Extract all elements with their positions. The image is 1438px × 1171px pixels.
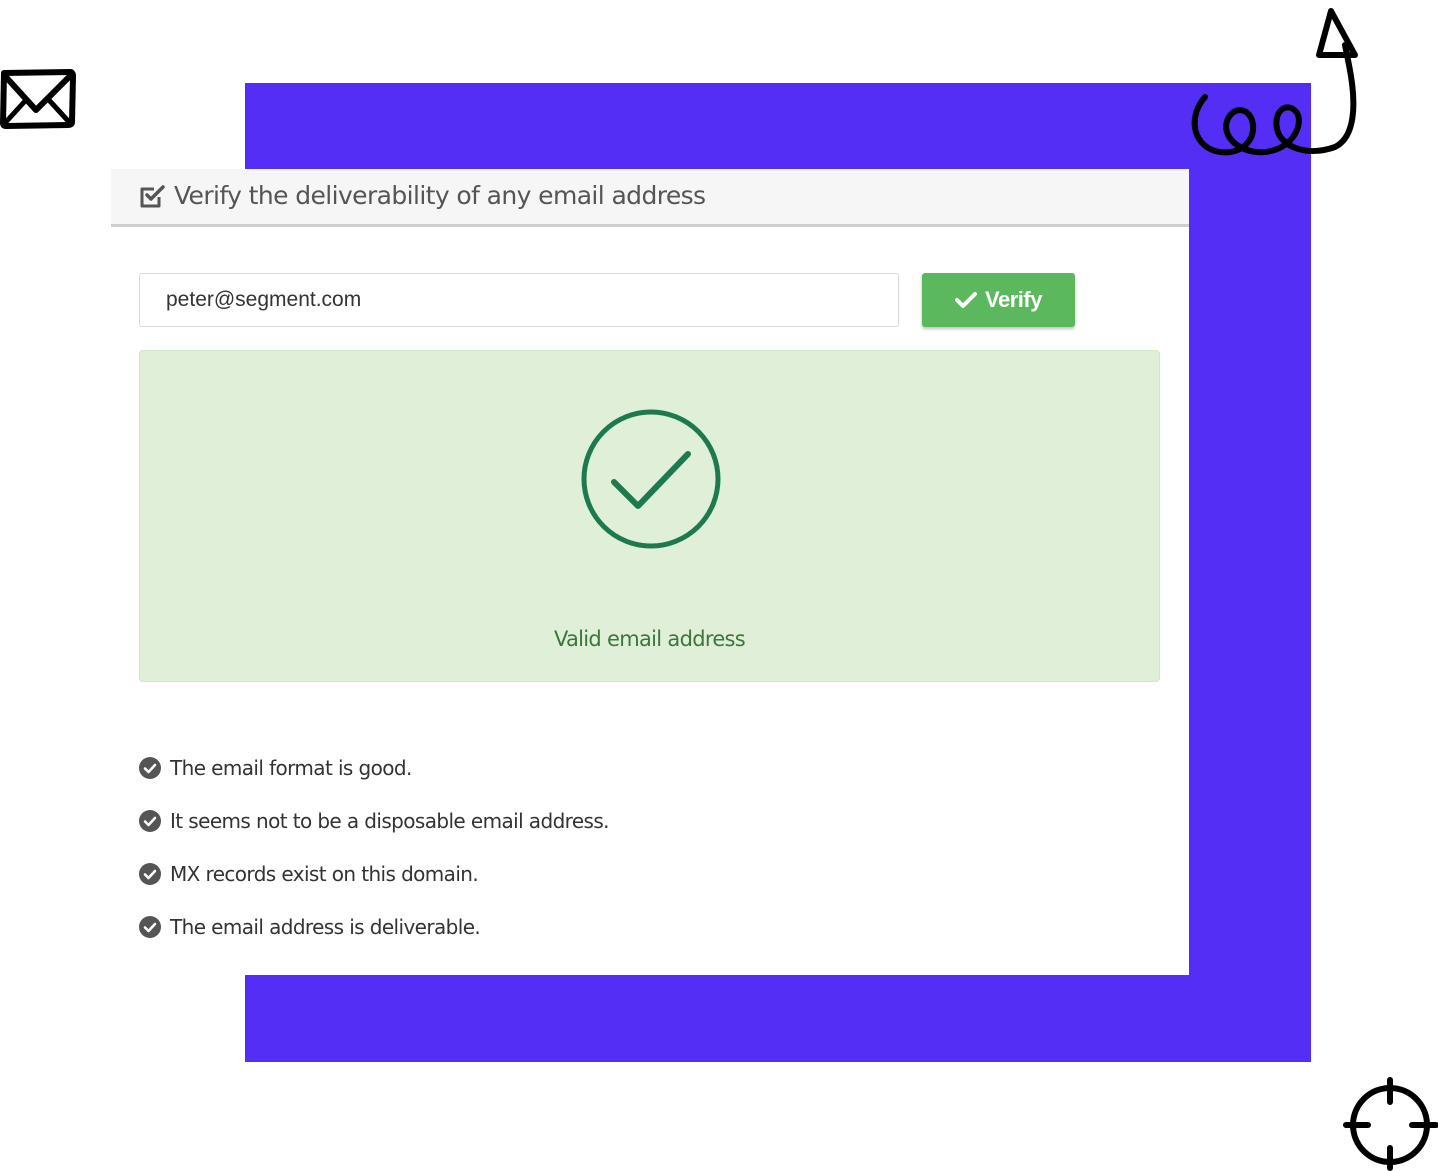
check-circle-icon [581, 409, 721, 549]
list-item: MX records exist on this domain. [139, 847, 609, 900]
verify-button-label: Verify [985, 287, 1042, 312]
verify-button[interactable]: Verify [922, 273, 1075, 327]
checkbox-checked-icon [140, 185, 165, 208]
email-input[interactable] [139, 273, 899, 327]
check-list: The email format is good. It seems not t… [139, 741, 610, 953]
check-item-text: The email address is deliverable. [170, 914, 481, 939]
loop-arrow-doodle-icon [1191, 8, 1358, 156]
list-item: It seems not to be a disposable email ad… [139, 794, 610, 847]
result-panel: Valid email address [139, 350, 1160, 682]
result-status-text: Valid email address [553, 627, 746, 651]
list-item: The email address is deliverable. [139, 900, 609, 953]
list-item: The email format is good. [139, 741, 609, 794]
check-item-text: The email format is good. [170, 755, 412, 780]
card-header: Verify the deliverability of any email a… [111, 169, 1189, 227]
check-circle-small-icon [139, 915, 161, 938]
check-circle-small-icon [139, 756, 161, 779]
check-item-text: MX records exist on this domain. [170, 861, 479, 886]
check-circle-small-icon [139, 809, 161, 832]
verification-card: Verify the deliverability of any email a… [111, 169, 1189, 975]
check-item-text: It seems not to be a disposable email ad… [170, 808, 610, 833]
crosshair-doodle-icon [1343, 1077, 1438, 1171]
envelope-doodle-icon [0, 69, 76, 129]
check-circle-small-icon [139, 862, 161, 885]
checkmark-icon [955, 292, 978, 308]
page-title: Verify the deliverability of any email a… [174, 181, 706, 210]
